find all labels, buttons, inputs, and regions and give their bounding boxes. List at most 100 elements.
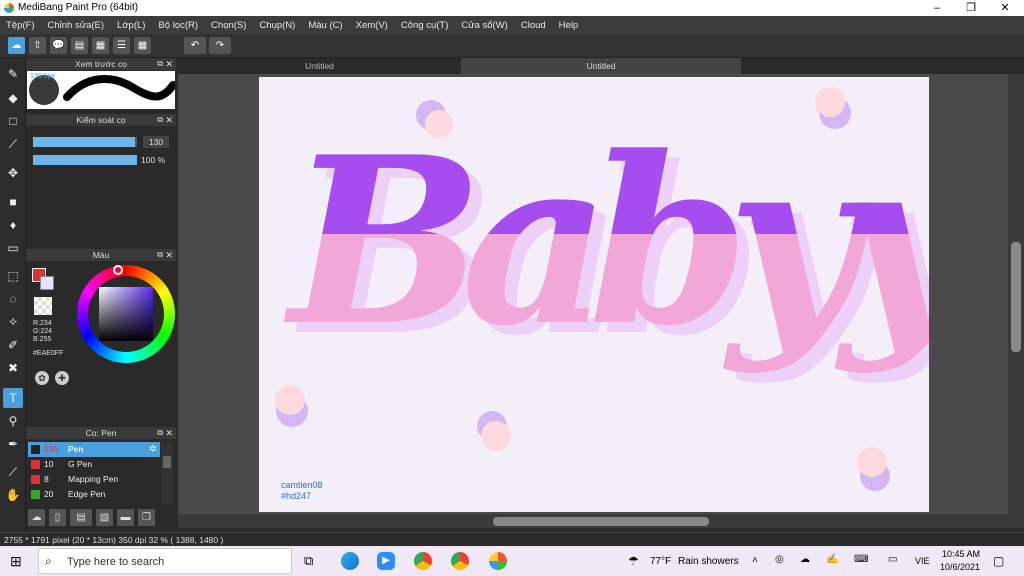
bucket-tool-icon[interactable]: ♦ xyxy=(3,215,23,235)
move-tool-icon[interactable]: ✥ xyxy=(3,163,23,183)
menu-help[interactable]: Help xyxy=(559,20,579,31)
chrome-icon[interactable] xyxy=(451,552,469,570)
size-slider[interactable] xyxy=(33,137,137,147)
popout-icon[interactable]: ⧉ xyxy=(157,114,163,126)
popout-icon[interactable]: ⧉ xyxy=(157,249,163,261)
edge-browser-icon[interactable] xyxy=(341,552,359,570)
cloud-brush-icon[interactable]: ☁ xyxy=(28,509,45,526)
select-rect-tool-icon[interactable]: ⬚ xyxy=(3,266,23,286)
close-panel-icon[interactable]: ✕ xyxy=(165,427,173,439)
clock-time[interactable]: 10:45 AM xyxy=(942,549,980,559)
size-value[interactable]: 130 xyxy=(143,136,169,148)
menu-select[interactable]: Chọn(S) xyxy=(211,20,246,31)
palette-icon[interactable]: ✿ xyxy=(35,371,49,385)
display-icon[interactable]: ▭ xyxy=(888,554,897,565)
list-icon[interactable]: ☰ xyxy=(113,37,130,54)
select-pen-tool-icon[interactable]: ✐ xyxy=(3,335,23,355)
new-brush-icon[interactable]: ▯ xyxy=(49,509,66,526)
brush-item-pen[interactable]: 130 Pen ✲ xyxy=(28,442,160,457)
brush-list-scrollbar[interactable] xyxy=(161,442,173,504)
pen-tool-icon[interactable]: ✒ xyxy=(3,434,23,454)
menu-layer[interactable]: Lớp(L) xyxy=(117,20,145,31)
text-tool-icon[interactable]: T xyxy=(3,388,23,408)
menu-cloud[interactable]: Cloud xyxy=(521,20,546,31)
menu-filter[interactable]: Bộ lọc(R) xyxy=(158,20,198,31)
brush-tool-icon[interactable]: ✎ xyxy=(3,64,23,84)
gear-icon[interactable]: ✲ xyxy=(149,442,157,457)
folder-icon[interactable]: ▬ xyxy=(117,509,134,526)
opacity-slider[interactable] xyxy=(33,155,137,165)
horizontal-scrollbar[interactable] xyxy=(178,514,1024,528)
select-eraser-tool-icon[interactable]: ✖ xyxy=(3,358,23,378)
popout-icon[interactable]: ⧉ xyxy=(157,427,163,439)
magic-wand-tool-icon[interactable]: ✧ xyxy=(3,312,23,332)
brush-item-edge-pen[interactable]: 20 Edge Pen xyxy=(28,487,160,502)
vertical-scroll-thumb[interactable] xyxy=(1011,242,1021,352)
gradient-tool-icon[interactable]: ▭ xyxy=(3,238,23,258)
menu-color[interactable]: Màu (C) xyxy=(308,20,342,31)
document-icon[interactable]: ▦ xyxy=(92,37,109,54)
task-view-icon[interactable]: ⧉ xyxy=(304,553,313,569)
menu-window[interactable]: Cửa sổ(W) xyxy=(461,20,507,31)
saturation-square[interactable] xyxy=(99,287,153,341)
menu-snap[interactable]: Chụp(N) xyxy=(259,20,295,31)
eyedropper-tool-icon[interactable]: ⟋ xyxy=(3,462,23,482)
undo-icon[interactable]: ↶ xyxy=(184,37,206,54)
eraser-tool-icon[interactable]: ◆ xyxy=(3,88,23,108)
share-icon[interactable]: ⇧ xyxy=(29,37,46,54)
comment-icon[interactable]: 💬 xyxy=(50,37,67,54)
brush-item-g-pen[interactable]: 10 G Pen xyxy=(28,457,160,472)
color-wheel[interactable] xyxy=(77,265,175,363)
drawing-canvas[interactable]: Babyyy Babyyy camtien08 #hd247 xyxy=(259,77,929,512)
lasso-tool-icon[interactable]: ◌ xyxy=(3,289,23,309)
zoom-app-icon[interactable]: ▶ xyxy=(377,552,395,570)
tray-chevron-icon[interactable]: ˄ xyxy=(752,555,758,566)
menu-file[interactable]: Tệp(F) xyxy=(6,20,35,31)
redo-icon[interactable]: ↷ xyxy=(209,37,231,54)
close-panel-icon[interactable]: ✕ xyxy=(165,249,173,261)
close-button[interactable]: ✕ xyxy=(988,0,1022,16)
menu-tools[interactable]: Công cụ(T) xyxy=(401,20,449,31)
pen-tray-icon[interactable]: ✍ xyxy=(826,554,838,565)
medibang-app-icon[interactable] xyxy=(489,552,507,570)
tool-strip: ✎ ◆ □ ⟋ ✥ ■ ♦ ▭ ⬚ ◌ ✧ ✐ ✖ T ⚲ ✒ ⟋ ✋ xyxy=(0,58,26,532)
brush-settings-icon[interactable]: ▧ xyxy=(96,509,113,526)
maximize-button[interactable]: ❐ xyxy=(954,0,988,16)
windows-start-icon[interactable]: ⊞ xyxy=(10,553,22,570)
chrome-icon[interactable] xyxy=(414,552,432,570)
minimize-button[interactable]: – xyxy=(920,0,954,16)
operation-tool-icon[interactable]: ⚲ xyxy=(3,411,23,431)
taskbar-search-box[interactable]: ⌕ Type here to search xyxy=(38,548,292,574)
close-panel-icon[interactable]: ✕ xyxy=(165,58,173,70)
background-color-swatch[interactable] xyxy=(40,276,54,290)
horizontal-scroll-thumb[interactable] xyxy=(493,517,709,526)
tab-untitled-1[interactable]: Untitled xyxy=(178,58,461,74)
hand-tool-icon[interactable]: ✋ xyxy=(3,485,23,505)
tab-untitled-2[interactable]: Untitled xyxy=(461,58,741,74)
grid-icon[interactable]: ▦ xyxy=(134,37,151,54)
tray-app-icon[interactable]: ◎ xyxy=(775,554,784,565)
duplicate-icon[interactable]: ❐ xyxy=(138,509,155,526)
menu-view[interactable]: Xem(V) xyxy=(356,20,388,31)
transparent-color-swatch[interactable] xyxy=(34,297,52,315)
vertical-scrollbar[interactable] xyxy=(1008,74,1024,514)
notification-icon[interactable]: ▢ xyxy=(993,554,1004,568)
fill-rect-tool-icon[interactable]: ■ xyxy=(3,192,23,212)
rectangle-tool-icon[interactable]: □ xyxy=(3,111,23,131)
palette-add-icon[interactable]: ✚ xyxy=(55,371,69,385)
hue-handle[interactable] xyxy=(113,265,123,275)
clock-date[interactable]: 10/6/2021 xyxy=(940,562,980,572)
line-tool-icon[interactable]: ⟋ xyxy=(3,134,23,154)
brush-item-mapping-pen[interactable]: 8 Mapping Pen xyxy=(28,472,160,487)
cloud-icon[interactable]: ☁ xyxy=(8,37,25,54)
add-brush-icon[interactable]: ▤ xyxy=(70,509,92,526)
close-panel-icon[interactable]: ✕ xyxy=(165,114,173,126)
weather-temp[interactable]: 77°F xyxy=(650,556,671,567)
chat-icon[interactable]: ▤ xyxy=(71,37,88,54)
language-indicator[interactable]: VIE xyxy=(915,556,930,566)
menu-edit[interactable]: Chỉnh sửa(E) xyxy=(48,20,105,31)
popout-icon[interactable]: ⧉ xyxy=(157,58,163,70)
keyboard-icon[interactable]: ⌨ xyxy=(854,554,868,565)
weather-text[interactable]: Rain showers xyxy=(678,556,739,567)
onedrive-icon[interactable]: ☁ xyxy=(800,554,810,565)
